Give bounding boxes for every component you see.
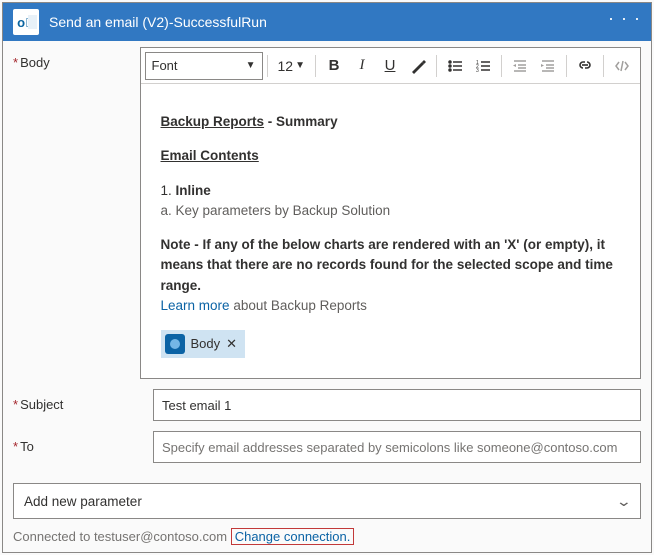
add-parameter-dropdown[interactable]: Add new parameter ⌄ <box>13 483 641 519</box>
chevron-down-icon: ⌄ <box>616 493 632 510</box>
font-size-label: 12 <box>278 58 294 74</box>
svg-text:3: 3 <box>476 68 479 74</box>
more-icon[interactable]: · · · <box>608 13 641 31</box>
numbered-list-button[interactable]: 123 <box>469 52 497 80</box>
learn-more-rest: about Backup Reports <box>230 298 367 313</box>
subject-label: *Subject <box>13 389 153 412</box>
connection-footer: Connected to testuser@contoso.com Change… <box>3 525 651 552</box>
body-label: *Body <box>13 47 140 70</box>
bulleted-list-button[interactable] <box>441 52 469 80</box>
editor-toolbar: Font ▼ 12 ▼ B I U <box>141 48 640 84</box>
add-parameter-label: Add new parameter <box>24 494 142 509</box>
outlook-icon: o⃞ <box>13 9 39 35</box>
content-list-1-num: 1. <box>161 183 176 198</box>
color-picker-button[interactable] <box>404 52 432 80</box>
card-title: Send an email (V2)-SuccessfulRun <box>49 14 608 30</box>
to-input[interactable] <box>153 431 641 463</box>
connected-text: Connected to testuser@contoso.com <box>13 529 231 544</box>
to-label: *To <box>13 431 153 454</box>
italic-button[interactable]: I <box>348 52 376 80</box>
chip-icon <box>165 334 185 354</box>
content-list-1: Inline <box>176 183 211 198</box>
body-editor: Font ▼ 12 ▼ B I U <box>140 47 641 379</box>
font-selector[interactable]: Font ▼ <box>145 52 263 80</box>
indent-button[interactable] <box>534 52 562 80</box>
content-list-1a: a. Key parameters by Backup Solution <box>161 203 391 218</box>
note-label: Note <box>161 237 191 252</box>
outdent-button[interactable] <box>506 52 534 80</box>
form-body: *Body Font ▼ 12 ▼ B <box>3 41 651 483</box>
font-size-selector[interactable]: 12 ▼ <box>272 58 311 74</box>
content-title-a: Backup Reports <box>161 114 265 129</box>
content-subtitle: Email Contents <box>161 146 620 166</box>
dynamic-content-chip[interactable]: Body ✕ <box>161 330 246 358</box>
bold-button[interactable]: B <box>320 52 348 80</box>
font-selector-label: Font <box>152 58 178 73</box>
content-title-b: - Summary <box>264 114 338 129</box>
chip-label: Body <box>191 334 221 354</box>
underline-button[interactable]: U <box>376 52 404 80</box>
caret-down-icon: ▼ <box>295 60 305 71</box>
link-button[interactable] <box>571 52 599 80</box>
change-connection-link[interactable]: Change connection. <box>231 528 355 545</box>
subject-input[interactable] <box>153 389 641 421</box>
code-view-button[interactable] <box>608 52 636 80</box>
note-text: - If any of the below charts are rendere… <box>161 237 613 293</box>
card-header[interactable]: o⃞ Send an email (V2)-SuccessfulRun · · … <box>3 3 651 41</box>
learn-more-link[interactable]: Learn more <box>161 298 230 313</box>
chip-remove-icon[interactable]: ✕ <box>226 334 237 354</box>
action-card: o⃞ Send an email (V2)-SuccessfulRun · · … <box>2 2 652 553</box>
caret-down-icon: ▼ <box>246 60 256 71</box>
editor-content[interactable]: Backup Reports - Summary Email Contents … <box>141 84 640 378</box>
